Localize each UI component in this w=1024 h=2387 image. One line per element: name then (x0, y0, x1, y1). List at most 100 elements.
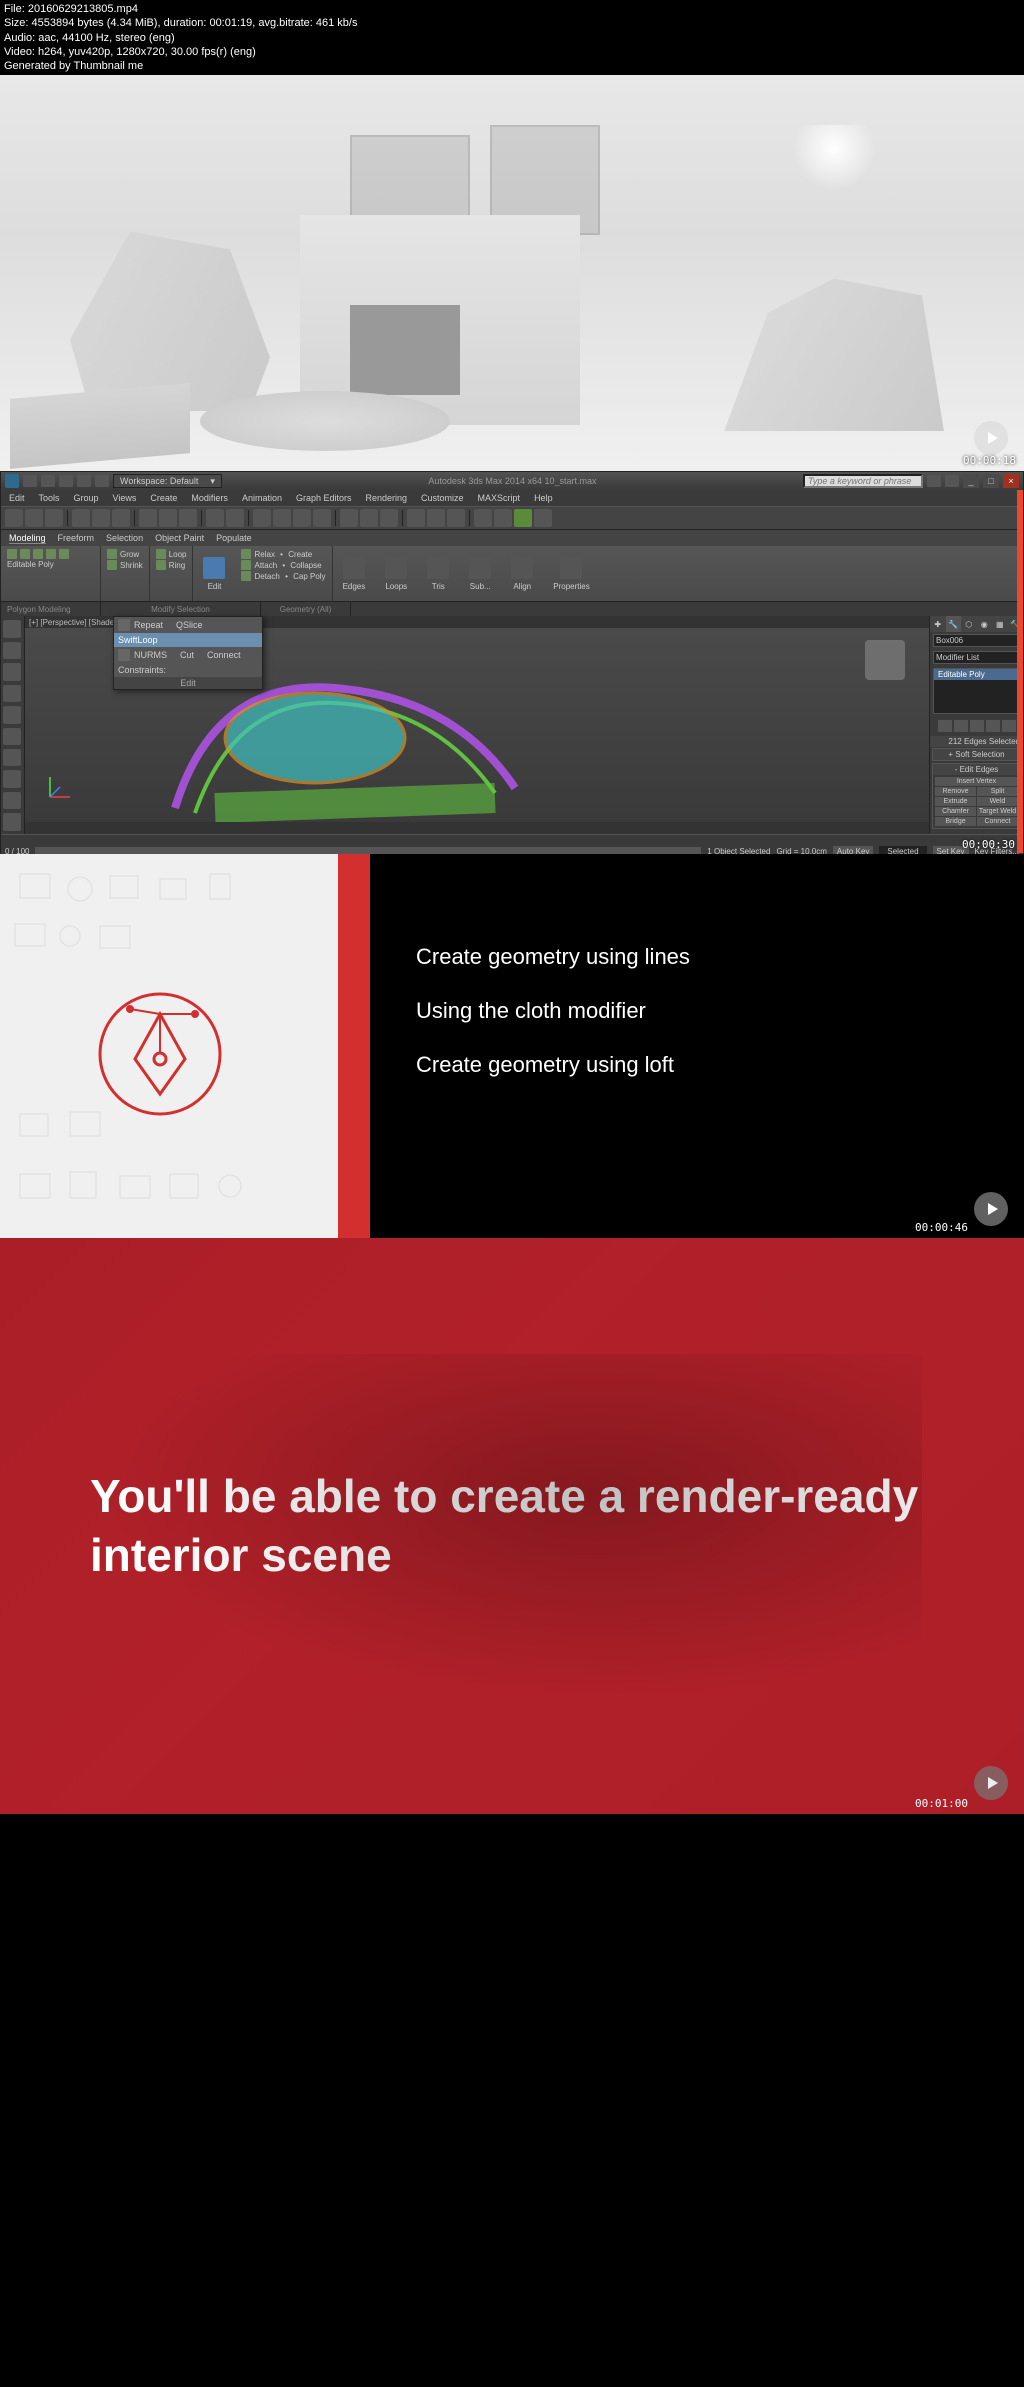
grow-button[interactable]: Grow (107, 549, 143, 559)
help-icon[interactable] (927, 475, 941, 487)
tool-align-icon[interactable] (380, 509, 398, 527)
play-icon[interactable] (974, 421, 1008, 455)
qat-redo-icon[interactable] (95, 475, 109, 487)
play-icon[interactable] (974, 1766, 1008, 1800)
tool-material-icon[interactable] (474, 509, 492, 527)
viewport-scrollbar[interactable] (25, 822, 929, 834)
create-tab-icon[interactable]: ✚ (930, 616, 946, 632)
ribbon-title-poly[interactable]: Polygon Modeling (1, 602, 101, 616)
poly-icon[interactable] (46, 549, 56, 559)
modifier-stack[interactable]: Editable Poly (933, 668, 1020, 714)
lt-icon[interactable] (3, 770, 21, 787)
target-weld-button[interactable]: Target Weld (977, 807, 1018, 816)
menu-grapheditors[interactable]: Graph Editors (296, 493, 352, 503)
viewcube-icon[interactable] (865, 640, 905, 680)
stack-editable-poly[interactable]: Editable Poly (934, 669, 1019, 680)
search-input[interactable] (803, 474, 923, 488)
menu-edit[interactable]: Edit (9, 493, 25, 503)
border-icon[interactable] (33, 549, 43, 559)
element-icon[interactable] (59, 549, 69, 559)
menu-modifiers[interactable]: Modifiers (191, 493, 228, 503)
lt-icon[interactable] (3, 749, 21, 766)
app-icon[interactable] (5, 474, 19, 488)
weld-button[interactable]: Weld (977, 797, 1018, 806)
lt-icon[interactable] (3, 792, 21, 809)
extrude-button[interactable]: Extrude (935, 797, 976, 806)
tool-center-icon[interactable] (226, 509, 244, 527)
lt-icon[interactable] (3, 685, 21, 702)
lt-icon[interactable] (3, 813, 21, 830)
ribbon-tab-selection[interactable]: Selection (106, 533, 143, 543)
tool-snap-icon[interactable] (253, 509, 271, 527)
menu-group[interactable]: Group (74, 493, 99, 503)
show-result-icon[interactable] (954, 720, 968, 732)
menu-repeat[interactable]: Repeat QSlice (114, 617, 262, 633)
modifier-list-dropdown[interactable]: Modifier List (933, 651, 1020, 664)
tool-select-icon[interactable] (5, 509, 23, 527)
menu-constraints[interactable]: Constraints: (114, 663, 262, 677)
shrink-button[interactable]: Shrink (107, 560, 143, 570)
split-button[interactable]: Split (977, 787, 1018, 796)
tris-button[interactable]: Tris (417, 546, 459, 601)
tool-percent-icon[interactable] (293, 509, 311, 527)
ribbon-tab-objectpaint[interactable]: Object Paint (155, 533, 204, 543)
qat-undo-icon[interactable] (77, 475, 91, 487)
relax-button[interactable]: Relax • Create (241, 549, 325, 559)
tool-link-icon[interactable] (25, 509, 43, 527)
detach-button[interactable]: Detach • Cap Poly (241, 571, 325, 581)
tool-rect-icon[interactable] (92, 509, 110, 527)
tool-move-icon[interactable] (139, 509, 157, 527)
tool-rotate-icon[interactable] (159, 509, 177, 527)
tool-curve-icon[interactable] (427, 509, 445, 527)
lt-icon[interactable] (3, 663, 21, 680)
properties-button[interactable]: Properties (543, 546, 599, 601)
edges-button[interactable]: Edges (333, 546, 376, 601)
motion-tab-icon[interactable]: ◉ (977, 616, 993, 632)
menu-swiftloop[interactable]: SwiftLoop (114, 633, 262, 647)
attach-button[interactable]: Attach • Collapse (241, 560, 325, 570)
tool-render-icon[interactable] (494, 509, 512, 527)
menu-rendering[interactable]: Rendering (366, 493, 408, 503)
config-icon[interactable] (1002, 720, 1016, 732)
maximize-button[interactable]: □ (983, 474, 999, 488)
qat-new-icon[interactable] (23, 475, 37, 487)
insert-vertex-button[interactable]: Insert Vertex (935, 777, 1018, 786)
ribbon-tab-modeling[interactable]: Modeling (9, 533, 46, 544)
ribbon-title-modsel[interactable]: Modify Selection (101, 602, 261, 616)
close-button[interactable]: × (1003, 474, 1019, 488)
menu-tools[interactable]: Tools (39, 493, 60, 503)
tool-window-icon[interactable] (112, 509, 130, 527)
menu-nurms[interactable]: NURMS Cut Connect (114, 647, 262, 663)
edit-big-button[interactable]: Edit (193, 546, 235, 601)
qat-save-icon[interactable] (59, 475, 73, 487)
tool-unlink-icon[interactable] (45, 509, 63, 527)
lt-icon[interactable] (3, 620, 21, 637)
unique-icon[interactable] (970, 720, 984, 732)
remove-mod-icon[interactable] (986, 720, 1000, 732)
tool-angle-icon[interactable] (273, 509, 291, 527)
tool-schematic-icon[interactable] (447, 509, 465, 527)
tool-layers-icon[interactable] (407, 509, 425, 527)
ribbon-tab-freeform[interactable]: Freeform (58, 533, 95, 543)
menu-animation[interactable]: Animation (242, 493, 282, 503)
minimize-button[interactable]: _ (963, 474, 979, 488)
pin-stack-icon[interactable] (938, 720, 952, 732)
edge-icon[interactable] (20, 549, 30, 559)
connect-button[interactable]: Connect (977, 817, 1018, 826)
workspace-selector[interactable]: Workspace: Default ▾ (113, 474, 222, 488)
tool-refcoord-icon[interactable] (206, 509, 224, 527)
lt-icon[interactable] (3, 728, 21, 745)
tool-named-icon[interactable] (340, 509, 358, 527)
menu-create[interactable]: Create (150, 493, 177, 503)
vertex-icon[interactable] (7, 549, 17, 559)
menu-help[interactable]: Help (534, 493, 553, 503)
tool-renderframe-icon[interactable] (514, 509, 532, 527)
menu-customize[interactable]: Customize (421, 493, 464, 503)
subs-button[interactable]: Sub... (459, 546, 501, 601)
bridge-button[interactable]: Bridge (935, 817, 976, 826)
ring-button[interactable]: Ring (156, 560, 187, 570)
star-icon[interactable] (945, 475, 959, 487)
tool-mirror-icon[interactable] (360, 509, 378, 527)
loops-button[interactable]: Loops (375, 546, 417, 601)
tool-scale-icon[interactable] (179, 509, 197, 527)
